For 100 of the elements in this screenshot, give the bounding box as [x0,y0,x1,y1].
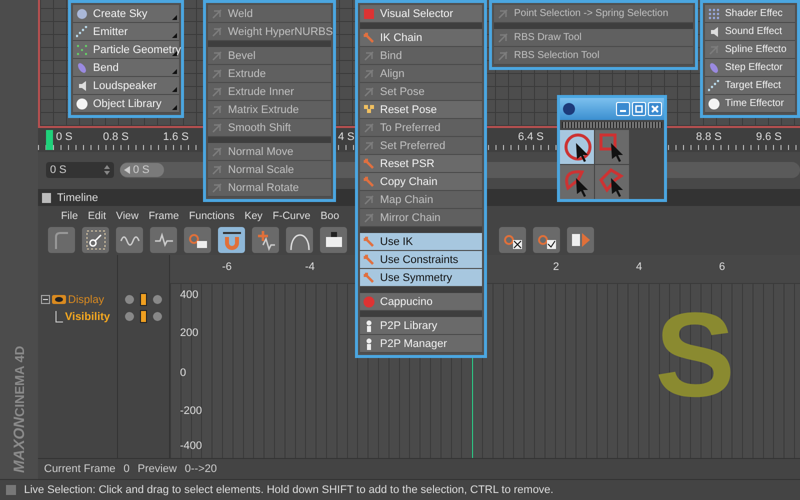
tool-icon [363,50,375,62]
panel-title: Timeline [57,192,98,204]
slider-thumb[interactable]: 0 S [120,163,164,177]
tool-icon [497,8,509,20]
menu-item[interactable]: Use IK [360,233,482,251]
menu-item[interactable]: Visual Selector [360,5,482,23]
ruler-label: 9.6 S [756,131,782,143]
key-icon [84,229,106,251]
axis-tick-label: -6 [222,261,232,273]
menu-item[interactable]: Object Library [73,95,179,113]
bone-icon [363,176,375,188]
dots-icon [76,26,88,38]
menu-item[interactable]: Reset Pose [360,101,482,119]
current-frame-value: 0 [124,463,130,475]
menu-bar-item[interactable]: View [116,210,139,222]
menu-bar-item[interactable]: Boo [320,210,340,222]
menu-item[interactable]: Target Effect [705,77,795,95]
tool-icon [211,26,223,38]
spinner-icon [104,165,110,175]
status-dot[interactable] [153,295,162,304]
frame-field[interactable]: 0 S [46,162,114,178]
footer-label: Current Frame [44,463,116,475]
tool-icon [497,32,509,44]
magnet-icon [220,229,242,251]
tool-icon [211,164,223,176]
menu-item[interactable]: Particle Geometry [73,41,179,59]
track-marker[interactable] [140,293,147,306]
panel-icon [42,192,51,202]
track-label[interactable]: Visibility [65,310,110,322]
ruler-label: 0.8 S [103,131,129,143]
track-label[interactable]: Display [68,294,104,306]
capsule-icon [76,62,88,74]
axis-tick-label: 400 [180,289,198,301]
menu-bar-item[interactable]: Key [244,210,263,222]
menu-item[interactable]: Sound Effect [705,23,795,41]
app-icon [562,102,576,116]
playhead-marker[interactable] [46,130,53,150]
status-message: Live Selection: Click and drag to select elements. Hold down SHIFT to add to the selection, CTRL to remove. [24,484,554,496]
menu-item[interactable]: Cappucino [360,293,482,311]
ball-icon [363,296,375,308]
axis-tick-label: 4 [636,261,642,273]
tool-icon [211,86,223,98]
bone-icon [363,272,375,284]
status-dot[interactable] [125,312,134,321]
tool-icon [363,194,375,206]
menu-item[interactable]: Shader Effec [705,5,795,23]
menu-item[interactable]: Time Effector [705,95,795,113]
ruler-label: 8.8 S [696,131,722,143]
menu-item[interactable]: IK Chain [360,29,482,47]
menu-item[interactable]: Copy Chain [360,173,482,191]
menu-bar-item[interactable]: Edit [88,210,106,222]
toolbar-button[interactable] [218,227,245,253]
axis-tick-label: 0 [180,367,186,379]
ruler-label: 4 S [338,131,355,143]
bone-icon [363,236,375,248]
live-selection-icon [562,131,592,163]
particles-icon [76,44,88,56]
menu-item[interactable]: Bend [73,59,179,77]
large-letters: S [655,295,736,415]
speaker-icon [76,80,88,92]
ruler-label: 1.6 S [163,131,189,143]
tool-icon [363,122,375,134]
toolbar-button[interactable] [320,227,347,253]
menu-item[interactable]: Use Constraints [360,251,482,269]
left-arrow-icon [124,166,130,174]
menu-item[interactable]: P2P Library [360,317,482,335]
tool-icon [363,140,375,152]
axis-tick-label: -400 [180,440,202,452]
track-marker[interactable] [140,310,147,323]
footer-label: Preview [138,463,177,475]
tool-icon [211,104,223,116]
grip-icon [6,485,16,495]
menu-item[interactable]: Step Effector [705,59,795,77]
menu-item[interactable]: P2P Manager [360,335,482,353]
toolbar-button[interactable] [499,227,526,253]
grip-bar[interactable] [562,122,662,128]
close-button[interactable] [648,102,662,116]
menu-item[interactable]: Create Sky [73,5,179,23]
selection-tool-button[interactable] [560,130,594,164]
collapse-toggle-icon[interactable] [41,295,50,304]
status-dot[interactable] [153,312,162,321]
tool-icon [211,182,223,194]
tool-icon [497,50,509,62]
menu-item[interactable]: Emitter [73,23,179,41]
minimize-button[interactable] [616,102,630,116]
toolbar-button[interactable] [533,227,560,253]
selector-icon [363,8,375,20]
menu-bar-item[interactable]: File [61,210,78,222]
sphere-icon [708,98,720,110]
menu-bar-item[interactable]: Functions [188,210,234,222]
bone-icon [363,158,375,170]
status-dot[interactable] [125,295,134,304]
menu-item[interactable]: Use Symmetry [360,269,482,287]
axis-tick-label: 200 [180,327,198,339]
menu-bar-item[interactable]: F-Curve [272,210,310,222]
menu-item[interactable]: Reset PSR [360,155,482,173]
maximize-button[interactable] [632,102,646,116]
menu-item[interactable]: Spline Effecto [705,41,795,59]
menu-item[interactable]: Loudspeaker [73,77,179,95]
menu-bar-item[interactable]: Frame [148,210,179,222]
